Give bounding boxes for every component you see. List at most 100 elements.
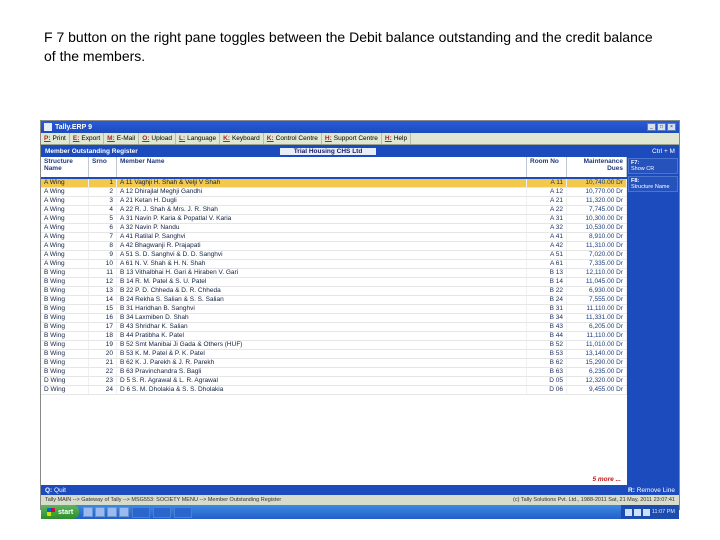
- quick-launch-icon[interactable]: [83, 507, 93, 517]
- table-row[interactable]: B Wing15B 31 Haridhan B. SanghviB 3111,1…: [41, 305, 627, 314]
- cell-maintenance: 11,320.00 Dr: [567, 197, 627, 205]
- toolbar-support-centre[interactable]: H:Support Centre: [322, 133, 382, 144]
- breadcrumb: Tally MAIN --> Gateway of Tally --> MSG5…: [45, 497, 281, 503]
- tray-icon[interactable]: [634, 509, 641, 516]
- cell-structure: A Wing: [41, 242, 89, 250]
- more-indicator[interactable]: 5 more ...: [41, 475, 627, 485]
- cell-member: A 42 Bhagwanji R. Prajapati: [117, 242, 527, 250]
- table-row[interactable]: A Wing4A 22 R. J. Shah & Mrs. J. R. Shah…: [41, 206, 627, 215]
- quick-launch-icon[interactable]: [95, 507, 105, 517]
- toolbar-language[interactable]: L:Language: [176, 133, 220, 144]
- table-row[interactable]: B Wing20B 53 K. M. Patel & P. K. PatelB …: [41, 350, 627, 359]
- toolbar-upload[interactable]: O:Upload: [139, 133, 176, 144]
- cell-member: A 32 Navin P. Nandu: [117, 224, 527, 232]
- cell-srno: 22: [89, 368, 117, 376]
- cell-room: B 13: [527, 269, 567, 277]
- cell-room: A 31: [527, 215, 567, 223]
- sidepane-f8-structure[interactable]: F8:Structure Name: [628, 176, 678, 192]
- cell-room: B 62: [527, 359, 567, 367]
- cell-member: A 22 R. J. Shah & Mrs. J. R. Shah: [117, 206, 527, 214]
- table-row[interactable]: A Wing6A 32 Navin P. NanduA 3210,530.00 …: [41, 224, 627, 233]
- start-button[interactable]: start: [41, 505, 79, 519]
- table-row[interactable]: A Wing3A 21 Ketan H. DugliA 2111,320.00 …: [41, 197, 627, 206]
- cell-room: B 24: [527, 296, 567, 304]
- cell-room: B 22: [527, 287, 567, 295]
- tray-icon[interactable]: [625, 509, 632, 516]
- cell-maintenance: 9,455.00 Dr: [567, 386, 627, 394]
- cell-structure: B Wing: [41, 341, 89, 349]
- table-row[interactable]: B Wing19B 52 Smt Manibai Ji Gada & Other…: [41, 341, 627, 350]
- toolbar-control-centre[interactable]: K:Control Centre: [264, 133, 322, 144]
- bottom-quit[interactable]: Q: Quit: [45, 487, 66, 494]
- cell-maintenance: 15,290.00 Dr: [567, 359, 627, 367]
- cell-room: B 63: [527, 368, 567, 376]
- cell-maintenance: 7,020.00 Dr: [567, 251, 627, 259]
- quick-launch-icon[interactable]: [119, 507, 129, 517]
- cell-member: B 53 K. M. Patel & P. K. Patel: [117, 350, 527, 358]
- cell-srno: 12: [89, 278, 117, 286]
- table-row[interactable]: B Wing21B 62 K. J. Parekh & J. R. Parekh…: [41, 359, 627, 368]
- minimize-button[interactable]: _: [647, 123, 656, 131]
- cell-structure: B Wing: [41, 287, 89, 295]
- table-row[interactable]: A Wing2A 12 Dhirajlal Meghji GandhiA 121…: [41, 188, 627, 197]
- table-row[interactable]: B Wing22B 63 Pravinchandra S. BagliB 636…: [41, 368, 627, 377]
- cell-srno: 14: [89, 296, 117, 304]
- cell-maintenance: 7,555.00 Dr: [567, 296, 627, 304]
- taskbar-task[interactable]: [174, 507, 192, 518]
- table-row[interactable]: A Wing1A 11 Vaghji H. Shah & Velji V Sha…: [41, 179, 627, 188]
- cell-member: B 43 Shridhar K. Salian: [117, 323, 527, 331]
- table-row[interactable]: B Wing18B 44 Pratibha K. PatelB 4411,110…: [41, 332, 627, 341]
- cell-room: B 52: [527, 341, 567, 349]
- col-structure: Structure Name: [41, 157, 89, 177]
- cell-maintenance: 11,110.00 Dr: [567, 332, 627, 340]
- sidepane-f7-show-cr[interactable]: F7:Show CR: [628, 158, 678, 174]
- close-button[interactable]: ×: [667, 123, 676, 131]
- cell-room: B 43: [527, 323, 567, 331]
- table-row[interactable]: A Wing5A 31 Navin P. Karia & Popatlal V.…: [41, 215, 627, 224]
- cell-maintenance: 12,110.00 Dr: [567, 269, 627, 277]
- table-row[interactable]: A Wing9A 51 S. D. Sanghvi & D. D. Sanghv…: [41, 251, 627, 260]
- table-row[interactable]: B Wing16B 34 Laxmiben D. ShahB 3411,331.…: [41, 314, 627, 323]
- taskbar-task[interactable]: [153, 507, 171, 518]
- table-row[interactable]: B Wing11B 13 Vithalbhai H. Gari & Hirabe…: [41, 269, 627, 278]
- table-row[interactable]: B Wing17B 43 Shridhar K. SalianB 436,205…: [41, 323, 627, 332]
- cell-room: A 41: [527, 233, 567, 241]
- tray-icon[interactable]: [643, 509, 650, 516]
- app-icon: [44, 123, 52, 131]
- toolbar-email[interactable]: M:E-Mail: [104, 133, 139, 144]
- cell-member: B 14 R. M. Patel & S. U. Patel: [117, 278, 527, 286]
- toolbar-print[interactable]: P:Print: [41, 133, 70, 144]
- cell-member: A 41 Ratilal P. Sanghvi: [117, 233, 527, 241]
- cell-srno: 2: [89, 188, 117, 196]
- cell-structure: A Wing: [41, 206, 89, 214]
- bottom-remove-line[interactable]: R: Remove Line: [628, 487, 675, 494]
- table-row[interactable]: B Wing12B 14 R. M. Patel & S. U. PatelB …: [41, 278, 627, 287]
- taskbar-task[interactable]: [132, 507, 150, 518]
- report-content: Structure Name Srno Member Name Room No …: [41, 157, 627, 485]
- toolbar-export[interactable]: E:Export: [70, 133, 104, 144]
- quick-launch-icon[interactable]: [107, 507, 117, 517]
- cell-member: A 11 Vaghji H. Shah & Velji V Shah: [117, 179, 527, 187]
- toolbar-keyboard[interactable]: K:Keyboard: [220, 133, 264, 144]
- table-row[interactable]: D Wing24D 6 S. M. Dholakia & S. S. Dhola…: [41, 386, 627, 395]
- cell-maintenance: 11,331.00 Dr: [567, 314, 627, 322]
- system-tray[interactable]: 11:07 PM: [621, 505, 679, 519]
- cell-room: B 31: [527, 305, 567, 313]
- table-row[interactable]: A Wing8A 42 Bhagwanji R. PrajapatiA 4211…: [41, 242, 627, 251]
- cell-srno: 15: [89, 305, 117, 313]
- cell-maintenance: 11,310.00 Dr: [567, 242, 627, 250]
- table-row[interactable]: B Wing14B 24 Rekha S. Salian & S. S. Sal…: [41, 296, 627, 305]
- cell-room: A 42: [527, 242, 567, 250]
- table-row[interactable]: B Wing13B 22 P. D. Chheda & D. R. Chheda…: [41, 287, 627, 296]
- cell-member: B 22 P. D. Chheda & D. R. Chheda: [117, 287, 527, 295]
- cell-srno: 13: [89, 287, 117, 295]
- cell-structure: A Wing: [41, 215, 89, 223]
- cell-srno: 23: [89, 377, 117, 385]
- table-row[interactable]: A Wing10A 61 N. V. Shah & H. N. ShahA 61…: [41, 260, 627, 269]
- cell-member: B 13 Vithalbhai H. Gari & Hiraben V. Gar…: [117, 269, 527, 277]
- table-row[interactable]: D Wing23D 5 S. R. Agrawal & L. R. Agrawa…: [41, 377, 627, 386]
- toolbar-help[interactable]: H:Help: [382, 133, 411, 144]
- maximize-button[interactable]: □: [657, 123, 666, 131]
- cell-member: A 51 S. D. Sanghvi & D. D. Sanghvi: [117, 251, 527, 259]
- table-row[interactable]: A Wing7A 41 Ratilal P. SanghviA 418,910.…: [41, 233, 627, 242]
